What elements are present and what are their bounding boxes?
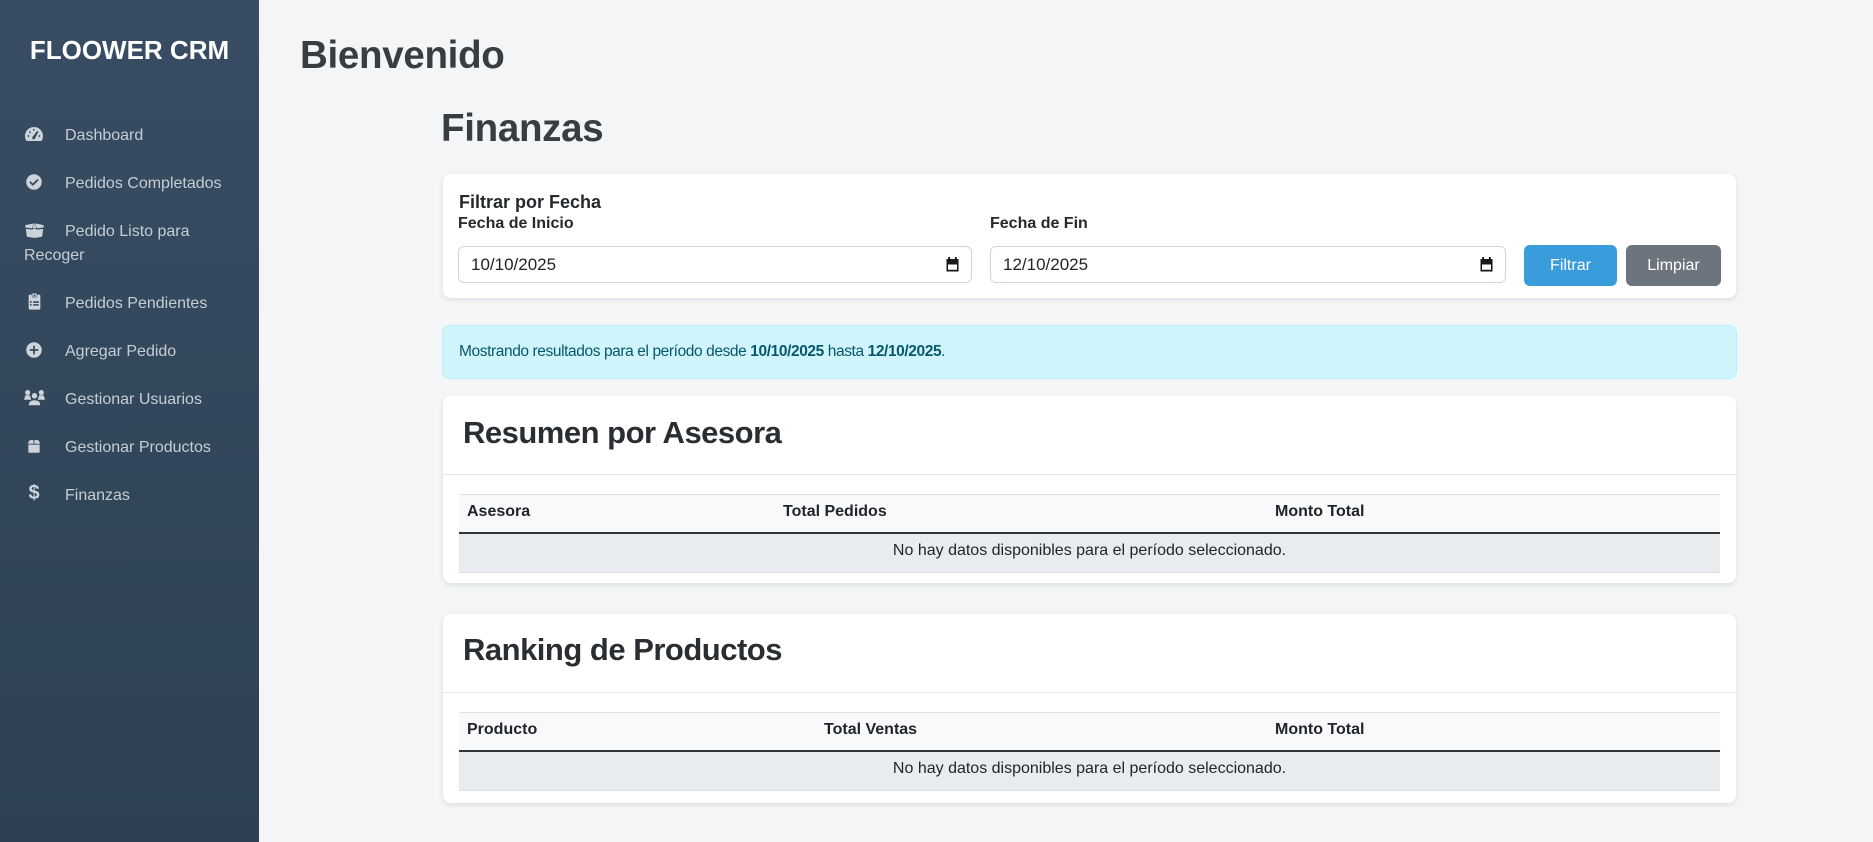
svg-text:$: $: [28, 484, 39, 502]
